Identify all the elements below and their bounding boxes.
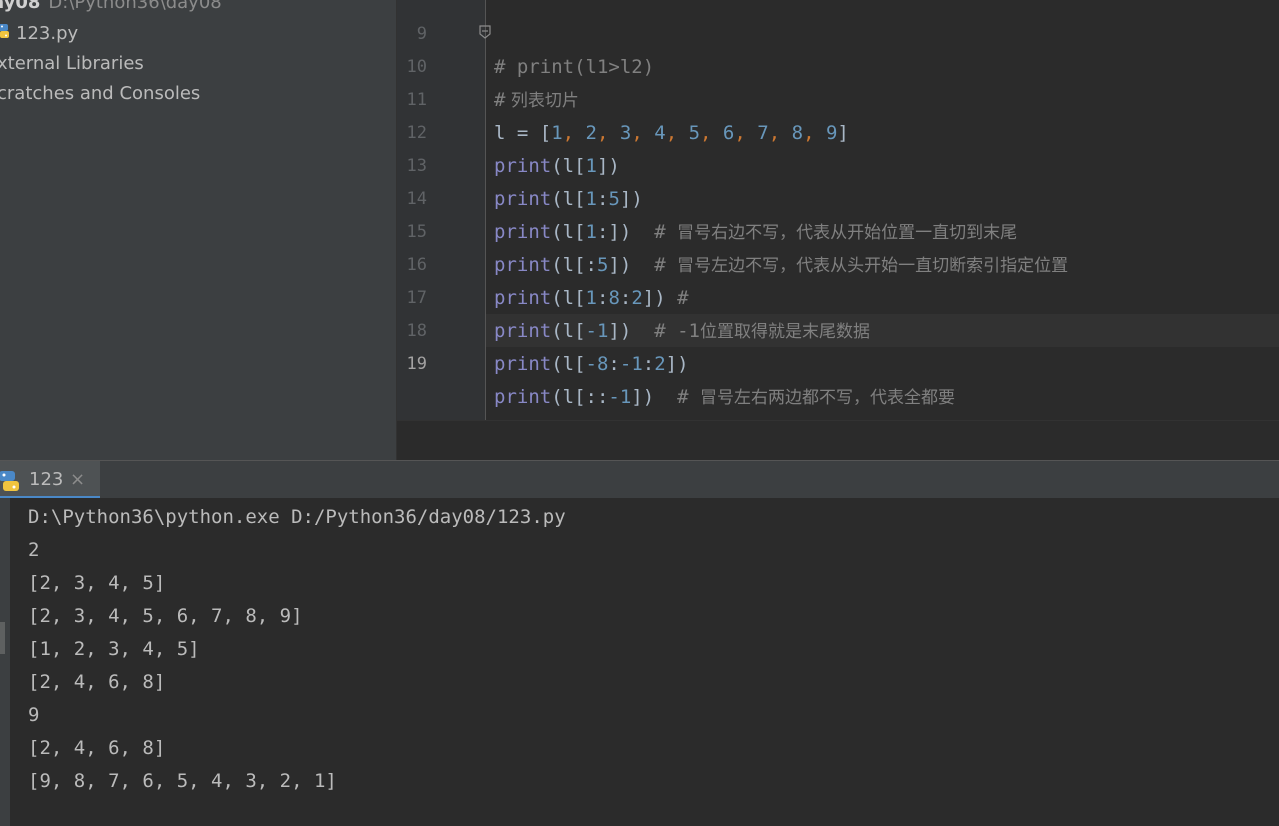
tree-item-file-label: 123.py <box>16 23 79 44</box>
number-token: -8 <box>585 353 609 375</box>
code-line: 11 l = [1, 2, 3, 4, 5, 6, 7, 8, 9] <box>397 51 1279 144</box>
close-icon[interactable]: × <box>70 461 85 499</box>
line-number: 19 <box>406 354 427 374</box>
project-tool-window: ay08 D:\Python36\day08 123.py xternal Lib… <box>0 0 397 460</box>
code-token: : <box>608 353 620 375</box>
keyword-token: print <box>494 386 552 408</box>
tree-item-file[interactable]: 123.py <box>0 19 78 49</box>
code-line: 17 print(l[-1]) # -1位置取得就是末尾数据 <box>397 249 1279 342</box>
project-root-path: D:\Python36\day08 <box>48 0 222 13</box>
tree-item-external-libraries-label: xternal Libraries <box>0 53 144 74</box>
console-output-line: 2 <box>28 539 40 561</box>
console-output-line: [2, 3, 4, 5, 6, 7, 8, 9] <box>28 605 303 627</box>
project-root-name: ay08 <box>0 0 41 13</box>
code-token: : <box>642 353 655 375</box>
console-output-line: [2, 4, 6, 8] <box>28 737 166 759</box>
run-tab-bar: 123 × <box>0 460 1279 499</box>
code-line: 16 print(l[1:8:2]) # <box>397 216 1279 309</box>
number-token: -1 <box>619 353 643 375</box>
run-tab[interactable]: 123 × <box>0 461 100 499</box>
run-tab-label: 123 <box>29 469 64 490</box>
code-token: ]) <box>665 353 689 375</box>
console-output-line: 9 <box>28 704 40 726</box>
code-token: ]) <box>631 386 655 408</box>
python-file-icon <box>0 19 12 49</box>
console-toolbar-strip <box>0 498 10 826</box>
number-token: -1 <box>608 386 632 408</box>
console-output-line: [2, 3, 4, 5] <box>28 572 166 594</box>
code-line: 18 print(l[-8:-1:2]) <box>397 282 1279 375</box>
console-output-line: [1, 2, 3, 4, 5] <box>28 638 200 660</box>
code-line: 10 # 列表切片 <box>397 18 1279 111</box>
console-output-line: [2, 4, 6, 8] <box>28 671 166 693</box>
code-line: 19 print(l[::-1]) # 冒号左右两边都不写，代表全都要 <box>397 315 1279 408</box>
tree-item-scratches-label: cratches and Consoles <box>0 83 201 104</box>
tree-item-root[interactable]: ay08 D:\Python36\day08 <box>0 0 222 18</box>
comment-hash: # <box>654 386 700 408</box>
console-output-line: [9, 8, 7, 6, 5, 4, 3, 2, 1] <box>28 770 337 792</box>
python-icon <box>0 470 22 496</box>
tree-item-external-libraries[interactable]: xternal Libraries <box>0 49 144 79</box>
console-command-line: D:\Python36\python.exe D:/Python36/day08… <box>28 506 566 528</box>
code-line: 14 print(l[1:]) # 冒号右边不写，代表从开始位置一直切到末尾 <box>397 150 1279 243</box>
editor-bottom-area <box>397 420 1279 461</box>
run-console[interactable]: D:\Python36\python.exe D:/Python36/day08… <box>0 498 1279 826</box>
code-line: 15 print(l[:5]) # 冒号左边不写，代表从头开始一直切断索引指定位… <box>397 183 1279 276</box>
comment-text: 冒号左右两边都不写，代表全都要 <box>699 388 955 408</box>
code-line: 13 print(l[1:5]) <box>397 117 1279 210</box>
code-line: 12 print(l[1]) <box>397 84 1279 177</box>
console-scroll-marker[interactable] <box>0 622 5 654</box>
code-line: 9 # print(l1>l2) <box>397 0 1279 78</box>
code-token: (l[:: <box>551 386 609 408</box>
code-token: (l[ <box>551 353 586 375</box>
number-token: 2 <box>654 353 666 375</box>
code-editor[interactable]: 9 # print(l1>l2) 10 # 列表切片 11 l = [1, 2,… <box>397 0 1279 420</box>
keyword-token: print <box>494 353 552 375</box>
code-statement: print(l[-8:-1:2]) <box>494 348 689 381</box>
tree-item-scratches[interactable]: cratches and Consoles <box>0 79 200 109</box>
code-statement: print(l[::-1]) # 冒号左右两边都不写，代表全都要 <box>494 381 955 415</box>
